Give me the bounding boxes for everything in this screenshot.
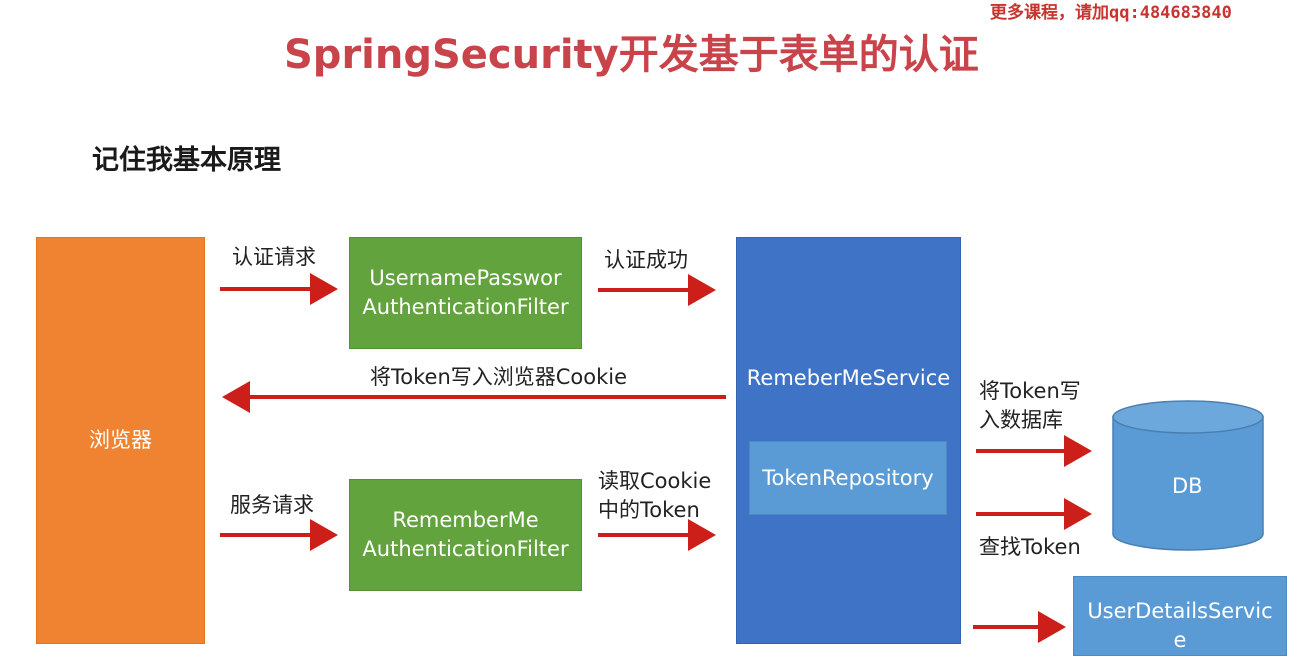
label-write-db-line2: 入数据库	[979, 408, 1063, 432]
label-auth-request: 认证请求	[232, 245, 316, 269]
label-read-cookie-line1: 读取Cookie	[598, 469, 712, 493]
db-label: DB	[1172, 474, 1203, 498]
label-write-cookie: 将Token写入浏览器Cookie	[370, 365, 628, 389]
label-auth-success: 认证成功	[604, 248, 688, 272]
diagram-connectors	[220, 273, 1264, 643]
label-write-db-line1: 将Token写	[979, 379, 1081, 403]
label-find-token: 查找Token	[979, 535, 1081, 559]
label-service-request: 服务请求	[230, 493, 314, 517]
label-read-cookie-line2: 中的Token	[598, 498, 700, 522]
